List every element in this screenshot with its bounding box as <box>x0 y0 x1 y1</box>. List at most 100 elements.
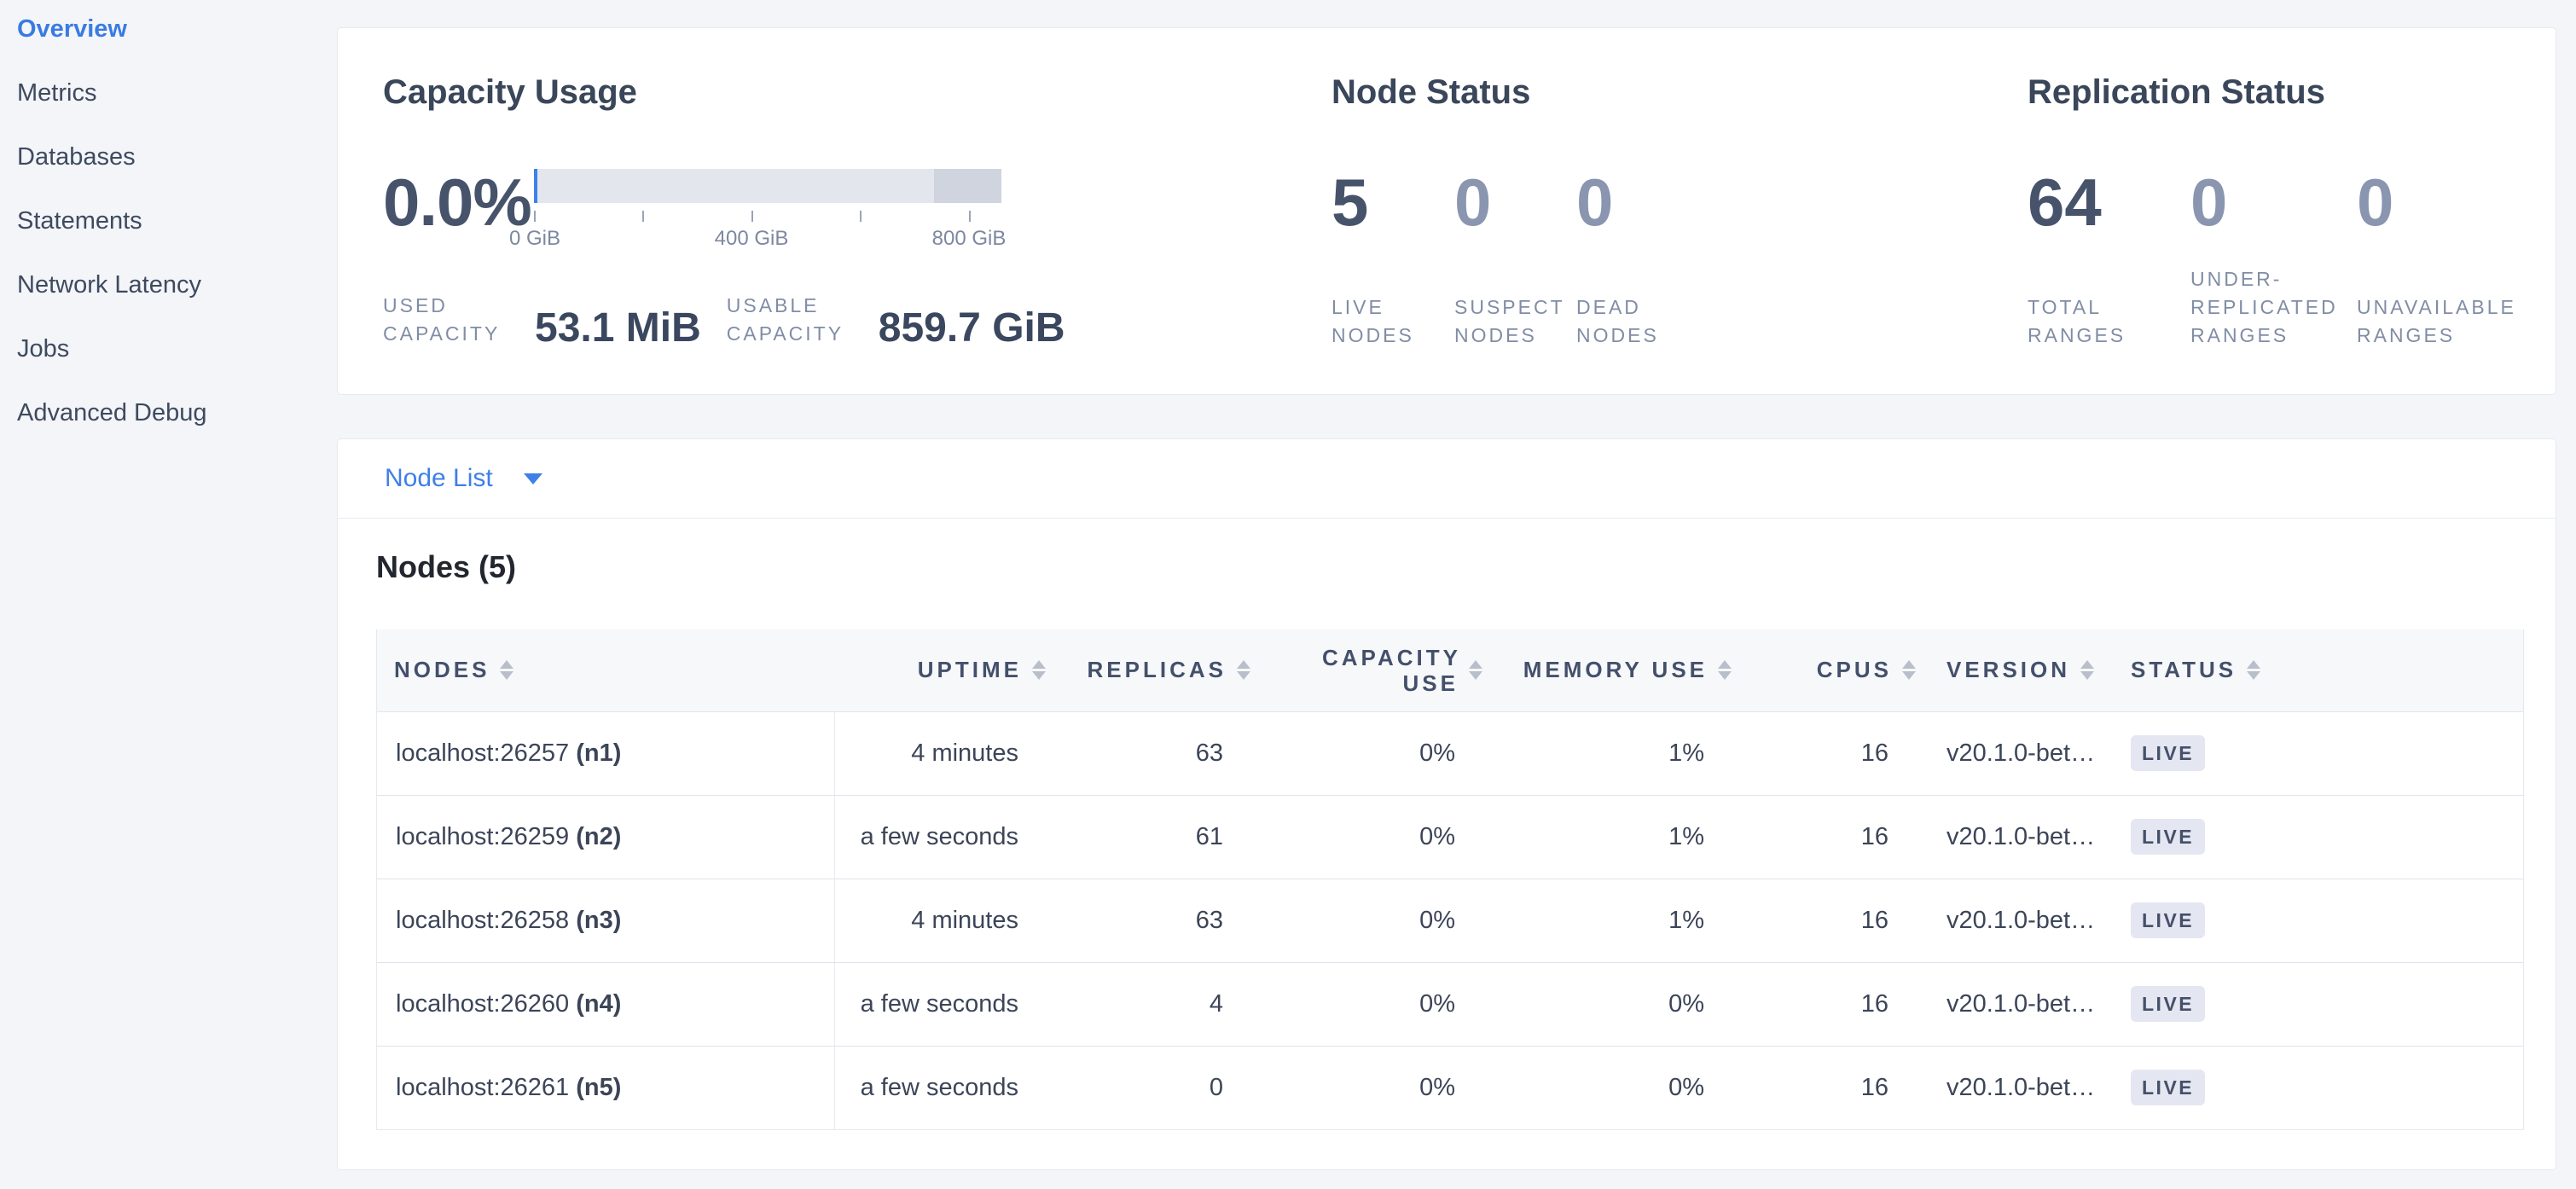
table-row: localhost:26257 (n1) 4 minutes 63 0% 1% … <box>377 711 2523 795</box>
total-ranges-label: TOTAL RANGES <box>2028 293 2134 350</box>
sidebar: Overview Metrics Databases Statements Ne… <box>0 0 337 1189</box>
sort-icon[interactable] <box>1718 660 1732 680</box>
capacity-bar <box>534 169 1001 203</box>
chevron-down-icon <box>524 473 542 484</box>
used-capacity-stat: USED CAPACITY 53.1 MiB <box>383 292 701 348</box>
sort-icon[interactable] <box>500 660 513 680</box>
column-header-status[interactable]: STATUS <box>2122 629 2523 711</box>
sidebar-item-overview[interactable]: Overview <box>0 2 337 66</box>
axis-label-400gib: 400 GiB <box>715 227 789 251</box>
live-nodes-count: 5 <box>1332 169 1454 235</box>
cluster-summary-card: Capacity Usage 0.0% <box>337 27 2556 395</box>
column-header-version[interactable]: VERSION <box>1929 629 2122 711</box>
dead-nodes-label: DEAD NODES <box>1576 293 1683 350</box>
replication-status-title: Replication Status <box>2028 72 2556 113</box>
column-header-uptime[interactable]: UPTIME <box>834 629 1059 711</box>
node-address[interactable]: localhost:26261 (n5) <box>377 1046 834 1129</box>
sort-icon[interactable] <box>1469 660 1482 680</box>
node-version: v20.1.0-bet… <box>1929 879 2122 962</box>
replication-status-section: Replication Status 64 0 0 TOTAL RANGES U… <box>2028 28 2556 394</box>
sidebar-item-network-latency[interactable]: Network Latency <box>0 258 337 322</box>
node-version: v20.1.0-bet… <box>1929 962 2122 1046</box>
suspect-nodes-count: 0 <box>1454 169 1576 235</box>
sidebar-item-databases[interactable]: Databases <box>0 130 337 194</box>
node-capacity-use: 0% <box>1264 711 1496 795</box>
status-badge: LIVE <box>2131 902 2205 938</box>
capacity-axis-labels: 0 GiB 400 GiB 800 GiB <box>534 227 1001 252</box>
node-status-title: Node Status <box>1332 72 2028 113</box>
axis-label-800gib: 800 GiB <box>932 227 1007 251</box>
node-status-section: Node Status 5 0 0 LIVE NODES SUSPECT NOD… <box>1332 28 2028 394</box>
live-nodes-label: LIVE NODES <box>1332 293 1438 350</box>
table-row: localhost:26258 (n3) 4 minutes 63 0% 1% … <box>377 879 2523 962</box>
main-content: Capacity Usage 0.0% <box>337 0 2576 1189</box>
column-header-cpus[interactable]: CPUS <box>1745 629 1929 711</box>
unavailable-ranges-label: UNAVAILABLE RANGES <box>2357 293 2536 350</box>
capacity-axis-ticks <box>534 211 1001 222</box>
node-capacity-use: 0% <box>1264 962 1496 1046</box>
sort-icon[interactable] <box>1032 660 1046 680</box>
node-version: v20.1.0-bet… <box>1929 795 2122 879</box>
node-address[interactable]: localhost:26258 (n3) <box>377 879 834 962</box>
node-cpus: 16 <box>1745 795 1929 879</box>
capacity-usage-section: Capacity Usage 0.0% <box>338 28 1332 394</box>
capacity-used-percent: 0.0% <box>383 169 534 235</box>
sort-icon[interactable] <box>1237 660 1250 680</box>
status-badge: LIVE <box>2131 819 2205 855</box>
sort-icon[interactable] <box>2247 660 2260 680</box>
node-cpus: 16 <box>1745 711 1929 795</box>
capacity-usage-title: Capacity Usage <box>383 72 1332 113</box>
sidebar-item-advanced-debug[interactable]: Advanced Debug <box>0 386 337 450</box>
nodes-table: NODES UPTIME REPLICAS CAPACITY USE <box>376 629 2524 1130</box>
page: Overview Metrics Databases Statements Ne… <box>0 0 2576 1189</box>
capacity-bar-secondary-segment <box>934 169 1001 203</box>
column-header-capacity-use[interactable]: CAPACITY USE <box>1264 629 1496 711</box>
node-memory-use: 0% <box>1496 962 1745 1046</box>
node-list-dropdown-label[interactable]: Node List <box>385 464 493 493</box>
node-list-dropdown[interactable]: Node List <box>338 439 2556 519</box>
node-address[interactable]: localhost:26257 (n1) <box>377 711 834 795</box>
sort-icon[interactable] <box>1902 660 1916 680</box>
node-list-body: Nodes (5) NODES <box>338 549 2556 1130</box>
node-uptime: a few seconds <box>834 1046 1059 1129</box>
status-badge: LIVE <box>2131 735 2205 771</box>
status-badge: LIVE <box>2131 986 2205 1022</box>
dead-nodes-count: 0 <box>1576 169 1613 235</box>
usable-capacity-label: USABLE CAPACITY <box>727 292 856 348</box>
sort-icon[interactable] <box>2080 660 2094 680</box>
total-ranges-count: 64 <box>2028 169 2190 235</box>
suspect-nodes-label: SUSPECT NODES <box>1454 293 1561 350</box>
node-memory-use: 1% <box>1496 711 1745 795</box>
node-replicas: 4 <box>1059 962 1264 1046</box>
node-address[interactable]: localhost:26260 (n4) <box>377 962 834 1046</box>
node-capacity-use: 0% <box>1264 795 1496 879</box>
table-row: localhost:26259 (n2) a few seconds 61 0%… <box>377 795 2523 879</box>
node-uptime: a few seconds <box>834 795 1059 879</box>
node-memory-use: 0% <box>1496 1046 1745 1129</box>
axis-label-0gib: 0 GiB <box>509 227 560 251</box>
node-cpus: 16 <box>1745 1046 1929 1129</box>
column-header-replicas[interactable]: REPLICAS <box>1059 629 1264 711</box>
node-address[interactable]: localhost:26259 (n2) <box>377 795 834 879</box>
node-cpus: 16 <box>1745 879 1929 962</box>
sidebar-item-metrics[interactable]: Metrics <box>0 66 337 130</box>
node-list-card: Node List Nodes (5) NODES <box>337 438 2556 1170</box>
table-header-row: NODES UPTIME REPLICAS CAPACITY USE <box>377 629 2523 711</box>
under-replicated-ranges-count: 0 <box>2190 169 2357 235</box>
sidebar-item-statements[interactable]: Statements <box>0 194 337 258</box>
used-capacity-value: 53.1 MiB <box>535 309 701 348</box>
node-replicas: 63 <box>1059 711 1264 795</box>
nodes-count-title: Nodes (5) <box>376 549 2524 585</box>
node-memory-use: 1% <box>1496 879 1745 962</box>
sidebar-item-jobs[interactable]: Jobs <box>0 322 337 386</box>
column-header-nodes[interactable]: NODES <box>377 629 834 711</box>
node-version: v20.1.0-bet… <box>1929 711 2122 795</box>
node-replicas: 0 <box>1059 1046 1264 1129</box>
used-capacity-label: USED CAPACITY <box>383 292 513 348</box>
node-capacity-use: 0% <box>1264 879 1496 962</box>
capacity-gauge: 0 GiB 400 GiB 800 GiB <box>534 169 1012 252</box>
column-header-memory-use[interactable]: MEMORY USE <box>1496 629 1745 711</box>
under-replicated-ranges-label: UNDER-REPLICATED RANGES <box>2190 265 2344 350</box>
table-row: localhost:26260 (n4) a few seconds 4 0% … <box>377 962 2523 1046</box>
node-memory-use: 1% <box>1496 795 1745 879</box>
